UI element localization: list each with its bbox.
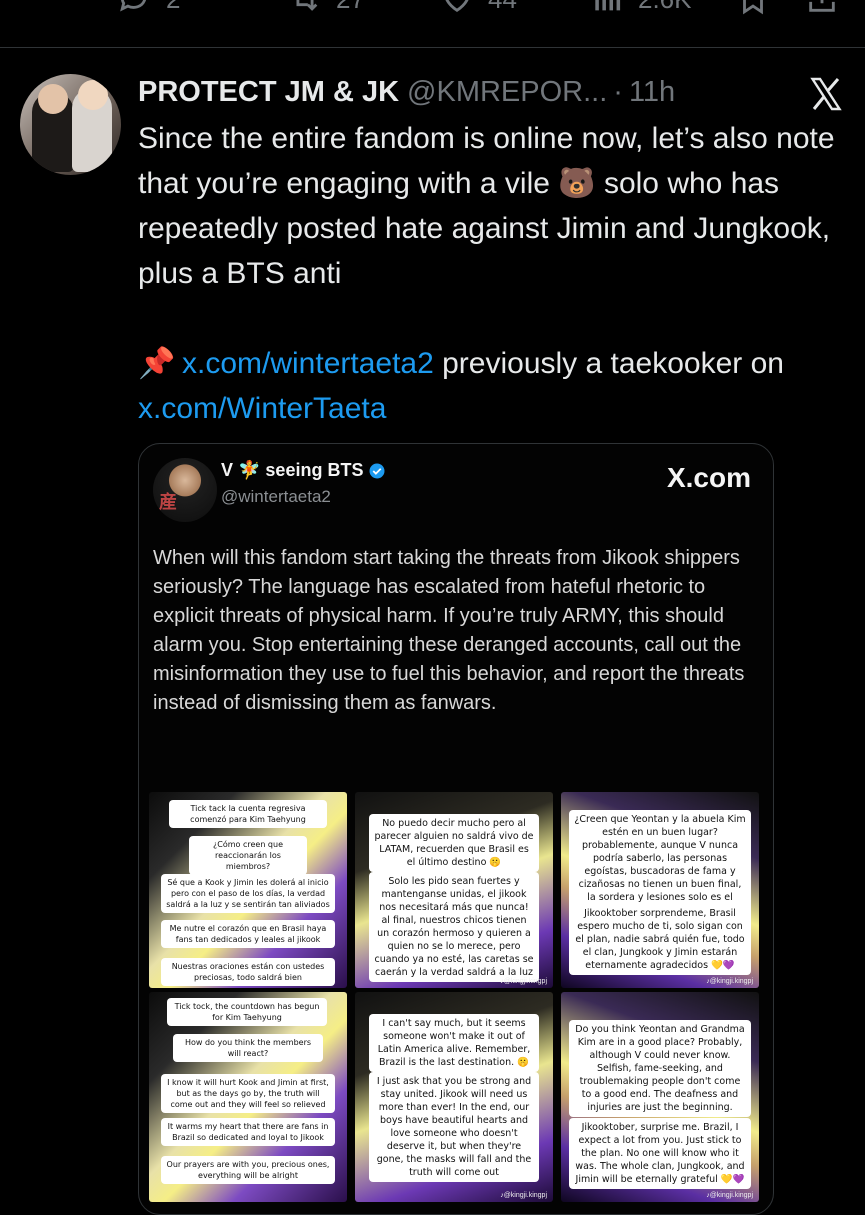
link-wintertaeta2[interactable]: x.com/wintertaeta2 (182, 347, 434, 380)
card-name-text: V 🧚 seeing BTS (221, 460, 364, 480)
retweet-icon (296, 0, 318, 11)
retweet-button[interactable]: 27 (288, 0, 365, 16)
message-bubble: I can't say much, but it seems someone w… (369, 1014, 539, 1072)
message-bubble: Me nutre el corazón que en Brasil haya f… (161, 920, 335, 948)
reply-button[interactable]: 2 (118, 0, 180, 16)
tweet-paragraph-2: 📌 x.com/wintertaeta2 previously a taekook… (138, 341, 838, 431)
like-count: 44 (488, 0, 517, 15)
message-bubble: It warms my heart that there are fans in… (161, 1118, 335, 1146)
card-avatar-text: 産 (159, 492, 177, 513)
message-bubble: I just ask that you be strong and stay u… (369, 1072, 539, 1182)
card-display-name: V 🧚 seeing BTS (221, 460, 386, 481)
reply-count: 2 (166, 0, 180, 15)
heart-icon (445, 0, 469, 13)
message-bubble: Jikooktober, surprise me. Brazil, I expe… (569, 1118, 751, 1189)
display-name[interactable]: PROTECT JM & JK (138, 76, 399, 109)
screenshot-panel-1: Tick tack la cuenta regresiva comenzó pa… (149, 792, 347, 988)
message-bubble: Solo les pido sean fuertes y mantenganse… (369, 872, 539, 982)
tweet-text: Since the entire fandom is online now, l… (138, 116, 838, 431)
timestamp[interactable]: 11h (629, 76, 675, 109)
watermark: ♪@kingji.kingpj (500, 1192, 547, 1199)
divider (0, 47, 865, 48)
reply-icon (120, 0, 146, 12)
screenshot-panel-6: Do you think Yeontan and Grandma Kim are… (561, 992, 759, 1202)
card-handle: @wintertaeta2 (221, 487, 331, 506)
retweet-count: 27 (336, 0, 365, 15)
message-bubble: ¿Cómo creen que reaccionarán los miembro… (189, 836, 307, 875)
card-brand: X.com (666, 462, 751, 493)
screenshot-panel-3: ¿Creen que Yeontan y la abuela Kim estén… (561, 792, 759, 988)
user-handle[interactable]: @KMREPOR... (407, 76, 607, 109)
like-button[interactable]: 44 (440, 0, 517, 16)
tweet-paragraph-1: Since the entire fandom is online now, l… (138, 122, 835, 290)
separator: · (613, 75, 623, 108)
link-wintertaeta[interactable]: x.com/WinterTaeta (138, 392, 386, 425)
screenshot-panel-4: Tick tock, the countdown has begun for K… (149, 992, 347, 1202)
avatar-face-left (38, 84, 68, 114)
views-count: 2.6K (638, 0, 692, 15)
screenshot-panel-5: I can't say much, but it seems someone w… (355, 992, 553, 1202)
card-avatar: 産 (153, 458, 217, 522)
message-bubble: Jikooktober sorprendeme, Brasil espero m… (569, 904, 751, 975)
embedded-image[interactable]: 産 V 🧚 seeing BTS @wintertaeta2 X.com Whe… (138, 443, 774, 1215)
avatar-face-right (78, 80, 108, 110)
watermark: ♪@kingji.kingpj (706, 978, 753, 985)
tweet-header: PROTECT JM & JK @KMREPOR... · 11h (138, 74, 675, 110)
bookmark-button[interactable] (736, 0, 770, 16)
message-bubble: Tick tack la cuenta regresiva comenzó pa… (169, 800, 327, 828)
message-bubble: Our prayers are with you, precious ones,… (161, 1156, 335, 1184)
message-bubble: Tick tock, the countdown has begun for K… (167, 998, 327, 1026)
watermark: ♪@kingji.kingpj (500, 978, 547, 985)
pushpin-icon: 📌 (138, 347, 176, 380)
avatar[interactable] (20, 74, 121, 175)
share-icon (809, 0, 835, 12)
message-bubble: Do you think Yeontan and Grandma Kim are… (569, 1020, 751, 1117)
message-bubble: No puedo decir mucho pero al parecer alg… (369, 814, 539, 872)
views-icon (595, 0, 621, 11)
message-bubble: Nuestras oraciones están con ustedes pre… (161, 958, 335, 986)
card-text: When will this fandom start taking the t… (153, 547, 745, 714)
message-bubble: I know it will hurt Kook and Jimin at fi… (161, 1074, 335, 1113)
message-bubble: How do you think the members will react? (173, 1034, 323, 1062)
verified-badge-icon (369, 463, 385, 478)
watermark: ♪@kingji.kingpj (706, 1192, 753, 1199)
message-bubble: Sé que a Kook y Jimin les dolerá al inic… (161, 874, 335, 913)
views-button[interactable]: 2.6K (590, 0, 692, 16)
screenshot-panel-2: No puedo decir mucho pero al parecer alg… (355, 792, 553, 988)
tweet-mid-text: previously a taekooker on (433, 347, 784, 380)
x-logo-icon (810, 77, 842, 111)
bookmark-icon (743, 0, 763, 15)
previous-tweet-actions: 2 27 44 2.6K (0, 0, 865, 47)
share-button[interactable] (805, 0, 839, 16)
